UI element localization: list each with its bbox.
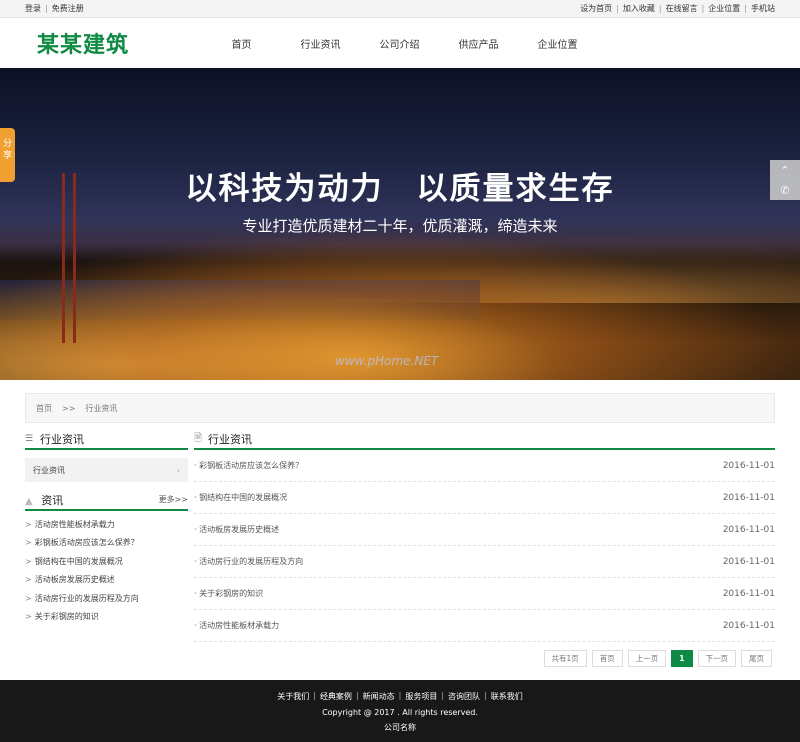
banner-watermark: www.pHome.NET — [335, 354, 439, 368]
footer-links: 关于我们 | 经典案例 | 新闻动态 | 服务项目 | 咨询团队 | 联系我们 — [277, 691, 523, 702]
document-icon: 🗎 — [194, 432, 203, 444]
nav-item-about[interactable]: 公司介绍 — [360, 36, 439, 51]
article-row[interactable]: · 关于彩钢房的知识 2016-11-01 — [194, 578, 775, 610]
list-item[interactable]: > 活动房性能板材承载力 — [25, 515, 188, 534]
list-item[interactable]: > 活动板房发展历史概述 — [25, 571, 188, 590]
back-to-top-icon[interactable]: ⌃ — [780, 164, 789, 177]
side-tools: ⌃ ✆ — [770, 160, 800, 200]
current-page-button[interactable]: 1 — [671, 650, 693, 667]
site-header: 某某建筑 首页 行业资讯 公司介绍 供应产品 企业位置 — [0, 18, 800, 68]
footer-link-cases[interactable]: 经典案例 — [320, 691, 352, 702]
mobile-site-link[interactable]: 手机站 — [751, 3, 775, 14]
article-row[interactable]: · 钢结构在中国的发展概况 2016-11-01 — [194, 482, 775, 514]
nav-item-products[interactable]: 供应产品 — [439, 36, 518, 51]
fire-icon: ▲ — [25, 495, 33, 507]
news-title-text: 资讯 — [41, 493, 64, 507]
site-logo[interactable]: 某某建筑 — [37, 27, 197, 59]
article-date: 2016-11-01 — [722, 460, 775, 471]
breadcrumb-separator: >> — [62, 403, 76, 413]
login-link[interactable]: 登录 — [25, 3, 41, 14]
last-page-button[interactable]: 尾页 — [741, 650, 772, 667]
article-row[interactable]: · 活动房性能板材承载力 2016-11-01 — [194, 610, 775, 642]
article-title[interactable]: · 关于彩钢房的知识 — [194, 588, 263, 599]
main-title-text: 行业资讯 — [208, 433, 253, 446]
news-list: > 活动房性能板材承载力 > 彩钢板活动房应该怎么保养？ > 钢结构在中国的发展概况 … — [25, 515, 188, 635]
breadcrumb: 首页 >> 行业资讯 — [25, 393, 775, 423]
site-footer: 关于我们 | 经典案例 | 新闻动态 | 服务项目 | 咨询团队 | 联系我们 Copyr… — [0, 680, 800, 742]
set-homepage-link[interactable]: 设为首页 — [580, 3, 612, 14]
banner-subline: 专业打造优质建材二十年，优质灌溉，缔造未来 — [242, 217, 558, 235]
list-item[interactable]: > 彩钢板活动房应该怎么保养？ — [25, 534, 188, 553]
footer-link-about[interactable]: 关于我们 — [277, 691, 309, 702]
footer-link-contact[interactable]: 联系我们 — [491, 691, 523, 702]
sidebar-item-label: 行业资讯 — [33, 465, 65, 475]
nav-item-location[interactable]: 企业位置 — [518, 36, 597, 51]
footer-company-name: 公司名称 — [384, 723, 416, 732]
breadcrumb-home[interactable]: 首页 — [36, 403, 52, 414]
article-date: 2016-11-01 — [722, 588, 775, 599]
prev-page-button[interactable]: 上一页 — [627, 650, 667, 667]
nav-item-home[interactable]: 首页 — [202, 36, 281, 51]
article-date: 2016-11-01 — [722, 620, 775, 631]
hero-banner: 以科技为动力 以质量求生存 专业打造优质建材二十年，优质灌溉，缔造未来 www.… — [0, 68, 800, 380]
footer-link-team[interactable]: 咨询团队 — [448, 691, 480, 702]
list-icon: ☰ — [25, 434, 34, 444]
article-title[interactable]: · 活动房性能板材承载力 — [194, 620, 279, 631]
left-sidebar: ☰ 行业资讯 行业资讯 › ▲ 资讯 更多>> > 活动房性能板材承载力 > 彩钢板… — [25, 430, 188, 635]
top-bar-left-links: 登录 | 免费注册 — [25, 3, 84, 14]
list-item[interactable]: > 钢结构在中国的发展概况 — [25, 552, 188, 571]
list-item[interactable]: > 关于彩钢房的知识 — [25, 608, 188, 627]
first-page-button[interactable]: 首页 — [591, 650, 623, 667]
article-row[interactable]: · 活动板房发展历史概述 2016-11-01 — [194, 514, 775, 546]
main-nav: 首页 行业资讯 公司介绍 供应产品 企业位置 — [202, 36, 597, 51]
phone-icon[interactable]: ✆ — [780, 184, 789, 197]
next-page-button[interactable]: 下一页 — [697, 650, 736, 667]
top-bar: 登录 | 免费注册 设为首页 | 加入收藏 | 在线留言 | 企业位置 | 手机… — [0, 0, 800, 18]
article-title[interactable]: · 活动板房发展历史概述 — [194, 524, 279, 535]
chevron-right-icon: › — [176, 465, 180, 475]
page-total: 共有1页 — [543, 650, 587, 667]
footer-link-services[interactable]: 服务项目 — [405, 691, 437, 702]
banner-headline: 以科技为动力 以质量求生存 — [185, 171, 615, 207]
article-date: 2016-11-01 — [722, 524, 775, 535]
category-title-text: 行业资讯 — [40, 433, 84, 446]
article-row[interactable]: · 活动房行业的发展历程及方向 2016-11-01 — [194, 546, 775, 578]
main-title: 🗎 行业资讯 — [194, 430, 775, 450]
online-message-link[interactable]: 在线留言 — [666, 3, 698, 14]
article-title[interactable]: · 活动房行业的发展历程及方向 — [194, 556, 303, 567]
news-more-link[interactable]: 更多>> — [159, 494, 188, 505]
pagination: 共有1页 首页 上一页 1 下一页 尾页 — [539, 650, 772, 667]
breadcrumb-current[interactable]: 行业资讯 — [85, 403, 117, 414]
sidebar-item-industry-news[interactable]: 行业资讯 › — [25, 458, 188, 482]
article-title[interactable]: · 彩钢板活动房应该怎么保养？ — [194, 460, 303, 471]
nav-item-industry-news[interactable]: 行业资讯 — [281, 36, 360, 51]
add-favorite-link[interactable]: 加入收藏 — [623, 3, 655, 14]
article-date: 2016-11-01 — [722, 556, 775, 567]
category-title: ☰ 行业资讯 — [25, 430, 188, 450]
list-item[interactable]: > 活动房行业的发展历程及方向 — [25, 589, 188, 608]
top-bar-right-links: 设为首页 | 加入收藏 | 在线留言 | 企业位置 | 手机站 — [580, 3, 775, 14]
register-link[interactable]: 免费注册 — [52, 3, 84, 14]
article-row[interactable]: · 彩钢板活动房应该怎么保养？ 2016-11-01 — [194, 450, 775, 482]
share-tab[interactable]: 分享 — [0, 128, 15, 182]
footer-copyright: Copyright @ 2017 . All rights reserved. — [322, 708, 478, 717]
main-content: 🗎 行业资讯 · 彩钢板活动房应该怎么保养？ 2016-11-01 · 钢结构在中… — [194, 430, 775, 642]
news-section-title: ▲ 资讯 更多>> — [25, 490, 188, 511]
footer-link-news[interactable]: 新闻动态 — [363, 691, 395, 702]
article-title[interactable]: · 钢结构在中国的发展概况 — [194, 492, 287, 503]
article-date: 2016-11-01 — [722, 492, 775, 503]
company-location-link[interactable]: 企业位置 — [708, 3, 740, 14]
